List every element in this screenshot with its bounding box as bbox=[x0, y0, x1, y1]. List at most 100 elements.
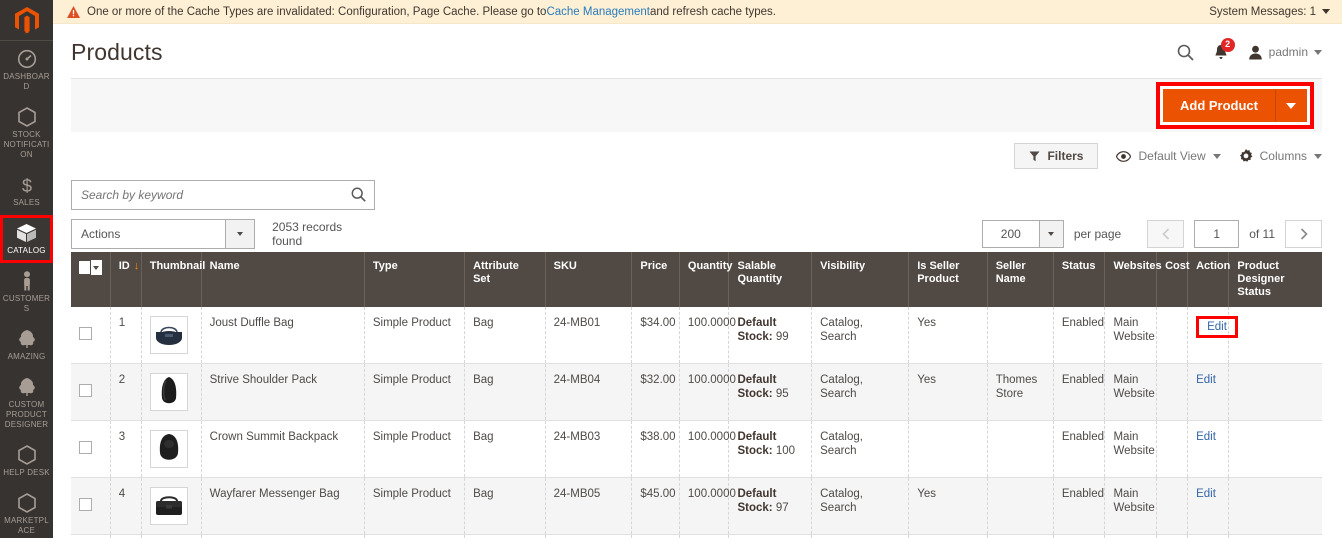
select-all-dropdown[interactable] bbox=[90, 260, 102, 275]
sidebar-item-label: CATALOG bbox=[7, 246, 46, 255]
next-page-button[interactable] bbox=[1285, 220, 1322, 248]
cell-name: Joust Duffle Bag bbox=[201, 307, 365, 364]
sidebar-item-custom-product-designer[interactable]: CUSTOM PRODUCT DESIGNER bbox=[0, 369, 53, 437]
sidebar-item-dashboard[interactable]: DASHBOARD bbox=[0, 41, 53, 99]
salable-stock-value: 95 bbox=[775, 388, 789, 400]
column-header-checkbox[interactable] bbox=[71, 252, 111, 307]
system-messages-toggle[interactable]: System Messages: 1 bbox=[1209, 6, 1330, 18]
column-header-action[interactable]: Action bbox=[1187, 252, 1231, 307]
cell-id: 4 bbox=[110, 477, 142, 535]
actions-select[interactable]: Actions bbox=[71, 219, 256, 249]
products-grid: ID ↓ Thumbnail Name Type Attribute Set SKU Pric… bbox=[71, 252, 1322, 538]
table-row[interactable]: 5 Rival Field MessengerSimple ProductBag2… bbox=[71, 534, 1322, 538]
magento-logo[interactable] bbox=[0, 0, 53, 41]
column-header-type[interactable]: Type bbox=[364, 252, 466, 307]
per-page-select-arrow[interactable] bbox=[1039, 220, 1064, 248]
cell-salable-quantity: Default Stock: 100 bbox=[728, 420, 813, 478]
column-header-salable_quantity[interactable]: Salable Quantity bbox=[728, 252, 813, 307]
user-menu[interactable]: padmin bbox=[1248, 45, 1322, 60]
row-select-cell[interactable] bbox=[71, 307, 111, 364]
sidebar-item-amazing[interactable]: AMAZING bbox=[0, 321, 53, 369]
cell-name-value: Strive Shoulder Pack bbox=[209, 374, 318, 386]
add-product-button[interactable]: Add Product bbox=[1163, 89, 1275, 122]
cell-seller-name bbox=[987, 307, 1054, 364]
filters-button[interactable]: Filters bbox=[1014, 143, 1099, 169]
table-row[interactable]: 1 Joust Duffle Bag Simple Product Bag 24-MB0… bbox=[71, 307, 1322, 364]
column-header-is_seller_product[interactable]: Is Seller Product bbox=[908, 252, 988, 307]
previous-page-button[interactable] bbox=[1147, 220, 1185, 248]
column-header-label: Product Designer Status bbox=[1237, 260, 1285, 298]
column-header-label: Action bbox=[1196, 260, 1231, 272]
per-page-select[interactable]: 200 bbox=[981, 220, 1040, 248]
records-found-label: 2053 records found bbox=[272, 220, 343, 248]
sidebar-item-marketplace[interactable]: MARKETPLACE bbox=[0, 485, 53, 538]
columns-label: Columns bbox=[1259, 149, 1307, 163]
shoulder-pack-thumbnail bbox=[149, 373, 188, 411]
cell-price: $45.00 bbox=[631, 477, 680, 535]
row-checkbox[interactable] bbox=[79, 441, 92, 454]
sidebar-item-customers[interactable]: CUSTOMERS bbox=[0, 263, 53, 321]
actions-select-label: Actions bbox=[81, 227, 121, 241]
message-text-before: One or more of the Cache Types are inval… bbox=[87, 5, 547, 18]
notifications-button[interactable]: 2 bbox=[1213, 37, 1235, 61]
cell-name: Wayfarer Messenger Bag bbox=[201, 477, 365, 535]
edit-link[interactable]: Edit bbox=[1196, 431, 1216, 443]
row-select-cell[interactable] bbox=[71, 363, 111, 421]
sidebar-item-stock-notification[interactable]: STOCK NOTIFICATION bbox=[0, 99, 53, 167]
default-view-dropdown[interactable]: Default View bbox=[1116, 149, 1221, 163]
column-header-label: Quantity bbox=[687, 260, 733, 272]
column-header-seller_name[interactable]: Seller Name bbox=[987, 252, 1054, 307]
edit-link[interactable]: Edit bbox=[1207, 321, 1227, 333]
row-select-cell[interactable] bbox=[71, 534, 111, 538]
cell-attribute-set-value: Bag bbox=[473, 317, 494, 329]
column-header-designer_status[interactable]: Product Designer Status bbox=[1228, 252, 1322, 307]
column-header-attribute_set[interactable]: Attribute Set bbox=[464, 252, 546, 307]
column-header-sku[interactable]: SKU bbox=[545, 252, 633, 307]
sidebar-item-catalog[interactable]: CATALOG bbox=[0, 215, 53, 263]
edit-link[interactable]: Edit bbox=[1196, 374, 1216, 386]
row-checkbox[interactable] bbox=[79, 384, 92, 397]
pagination: 200 per page 1 of 11 bbox=[981, 220, 1322, 248]
row-checkbox[interactable] bbox=[79, 498, 92, 511]
products-grid-container: ID ↓ Thumbnail Name Type Attribute Set SKU Pric… bbox=[71, 252, 1342, 538]
sidebar-item-sales[interactable]: $ SALES bbox=[0, 167, 53, 215]
cell-id-value: 2 bbox=[118, 374, 126, 386]
columns-dropdown[interactable]: Columns bbox=[1239, 149, 1322, 163]
search-submit-icon[interactable] bbox=[351, 187, 366, 207]
cell-thumbnail bbox=[141, 534, 202, 538]
cell-price: $38.00 bbox=[631, 420, 680, 478]
cache-management-link[interactable]: Cache Management bbox=[546, 6, 650, 18]
per-page-label: per page bbox=[1073, 227, 1122, 241]
column-header-quantity[interactable]: Quantity bbox=[679, 252, 733, 307]
column-header-visibility[interactable]: Visibility bbox=[811, 252, 910, 307]
row-checkbox[interactable] bbox=[79, 327, 92, 340]
column-header-id[interactable]: ID ↓ bbox=[110, 252, 142, 307]
table-row[interactable]: 3 Crown Summit Backpack Simple Product Bag 2… bbox=[71, 420, 1322, 478]
column-header-price[interactable]: Price bbox=[631, 252, 680, 307]
cell-cost bbox=[1156, 420, 1189, 478]
column-header-status[interactable]: Status bbox=[1053, 252, 1106, 307]
column-header-name[interactable]: Name bbox=[201, 252, 365, 307]
row-select-cell[interactable] bbox=[71, 477, 111, 535]
sidebar-item-help-desk[interactable]: HELP DESK bbox=[0, 437, 53, 485]
cell-name: Rival Field Messenger bbox=[201, 534, 365, 538]
cell-websites: Main Website bbox=[1104, 307, 1158, 364]
cell-type-value: Simple Product bbox=[372, 431, 451, 443]
table-row[interactable]: 2 Strive Shoulder Pack Simple Product Bag 24… bbox=[71, 363, 1322, 421]
select-all-control[interactable] bbox=[79, 260, 102, 275]
gear-icon bbox=[1239, 149, 1253, 162]
add-product-dropdown-toggle[interactable] bbox=[1275, 89, 1307, 122]
row-select-cell[interactable] bbox=[71, 420, 111, 478]
table-row[interactable]: 4 Wayfarer Messenger Bag Simple Product Bag… bbox=[71, 477, 1322, 535]
search-input[interactable] bbox=[71, 180, 375, 210]
column-header-websites[interactable]: Websites bbox=[1104, 252, 1162, 307]
main-content: One or more of the Cache Types are inval… bbox=[53, 0, 1342, 538]
page-number-input[interactable]: 1 bbox=[1194, 220, 1240, 248]
cell-is-seller-product-value: Yes bbox=[917, 317, 936, 329]
total-pages-label: of 11 bbox=[1249, 227, 1275, 241]
global-search-button[interactable] bbox=[1177, 44, 1194, 61]
cell-price: $45.00 bbox=[631, 534, 680, 538]
select-all-checkbox[interactable] bbox=[79, 261, 90, 274]
edit-link[interactable]: Edit bbox=[1196, 488, 1216, 500]
column-header-thumbnail[interactable]: Thumbnail bbox=[141, 252, 205, 307]
